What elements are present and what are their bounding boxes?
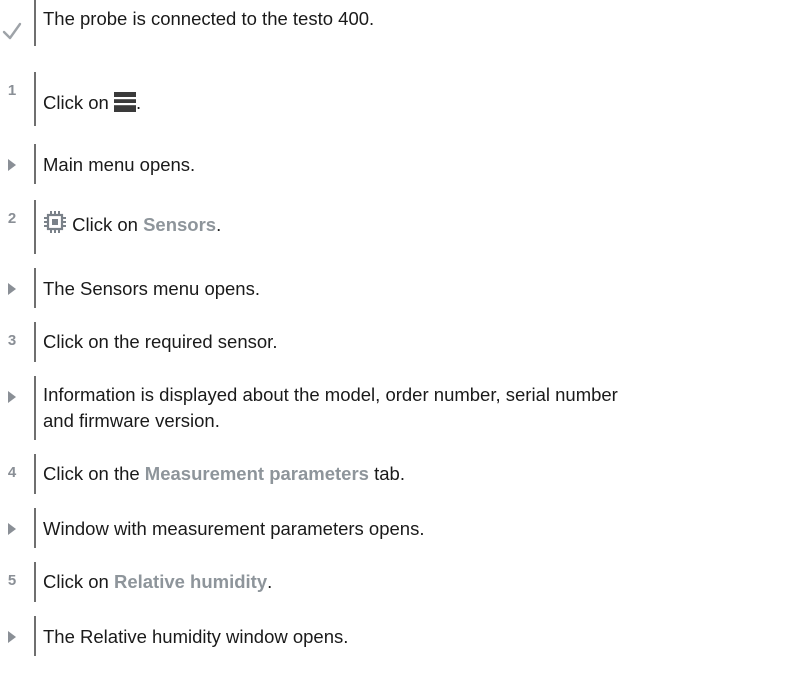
step-3-row: 3 Click on the required sensor. (0, 322, 800, 362)
measurement-parameters-tab[interactable]: Measurement parameters (145, 463, 369, 484)
result-arrow-icon (0, 522, 24, 536)
divider-bar (34, 72, 36, 126)
step-number: 3 (7, 332, 17, 349)
relative-humidity-link[interactable]: Relative humidity (114, 571, 267, 592)
step-5-row: 5 Click on Relative humidity. (0, 562, 800, 602)
divider-bar (34, 322, 36, 362)
result-row: Information is displayed about the model… (0, 376, 800, 442)
result-row: Window with measurement parameters opens… (0, 508, 800, 548)
step-4-text: Click on the Measurement parameters tab. (43, 463, 405, 484)
step-number: 2 (7, 210, 17, 227)
result-row: Main menu opens. (0, 144, 800, 184)
step-4-row: 4 Click on the Measurement parameters ta… (0, 454, 800, 494)
step-number: 4 (7, 464, 17, 481)
hamburger-menu-icon (113, 92, 136, 119)
step-1-text: Click on . (43, 90, 784, 119)
sensor-chip-icon (43, 210, 67, 241)
divider-bar (34, 144, 36, 184)
result-text: Window with measurement parameters opens… (43, 518, 425, 539)
divider-bar (34, 562, 36, 602)
step-number: 1 (7, 82, 17, 99)
result-arrow-icon (0, 630, 24, 644)
result-text: The Relative humidity window opens. (43, 626, 349, 647)
result-arrow-icon (0, 158, 24, 172)
step-2-text: Click on Sensors. (43, 210, 784, 241)
prerequisite-row: The probe is connected to the testo 400. (0, 0, 800, 56)
result-text: The Sensors menu opens. (43, 278, 260, 299)
result-arrow-icon (0, 282, 24, 296)
divider-bar (34, 376, 36, 440)
step-1-row: 1 Click on . (0, 72, 800, 128)
result-text: Information is displayed about the model… (43, 384, 618, 431)
divider-bar (34, 454, 36, 494)
divider-bar (34, 268, 36, 308)
result-row: The Sensors menu opens. (0, 268, 800, 308)
step-3-text: Click on the required sensor. (43, 331, 278, 352)
divider-bar (34, 616, 36, 656)
result-text: Main menu opens. (43, 154, 196, 175)
step-number: 5 (7, 572, 17, 589)
result-arrow-icon (0, 390, 24, 404)
prerequisite-text: The probe is connected to the testo 400. (43, 8, 375, 29)
divider-bar (34, 508, 36, 548)
divider-bar (34, 0, 36, 46)
step-2-row: 2 Click on Sensors. (0, 198, 800, 256)
check-icon (0, 22, 24, 40)
sensors-link[interactable]: Sensors (143, 214, 216, 235)
step-5-text: Click on Relative humidity. (43, 571, 273, 592)
divider-bar (34, 200, 36, 254)
result-row: The Relative humidity window opens. (0, 616, 800, 656)
